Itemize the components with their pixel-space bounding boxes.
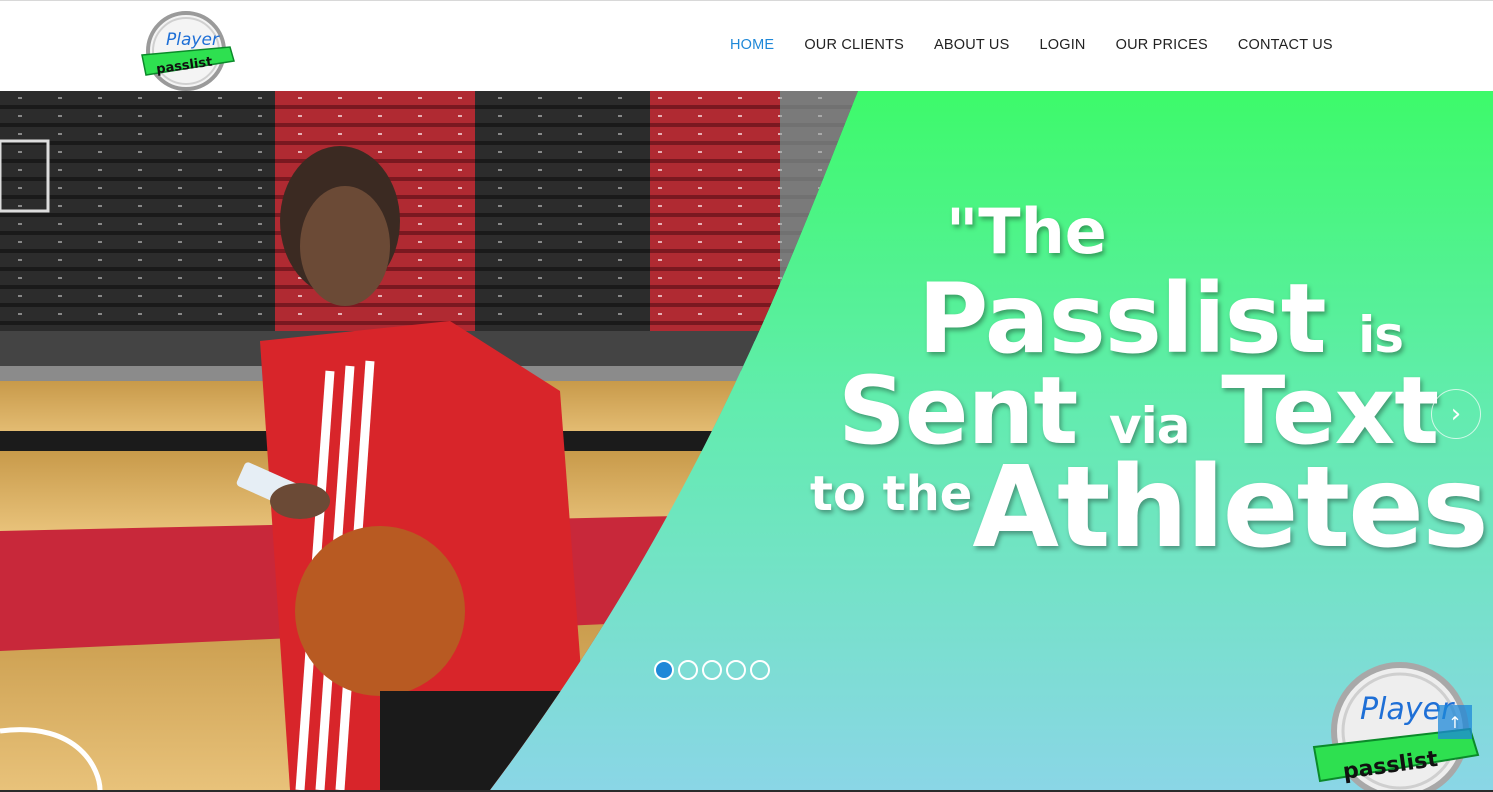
slider-dot-4[interactable] — [726, 660, 746, 680]
nav-home[interactable]: HOME — [730, 37, 774, 53]
nav-our-clients[interactable]: OUR CLIENTS — [804, 37, 904, 53]
chevron-right-icon: › — [1450, 399, 1462, 429]
hero-athletes-text: Athletes" — [972, 443, 1493, 573]
hero-headline-line1: "The — [946, 195, 1107, 268]
site-header: Player passlist HOME OUR CLIENTS ABOUT U… — [0, 1, 1493, 91]
nav-contact-us[interactable]: CONTACT US — [1238, 37, 1333, 53]
scroll-to-top-button[interactable]: ↑ — [1438, 705, 1472, 739]
slider-next-button[interactable]: › — [1431, 389, 1481, 439]
slider-dot-3[interactable] — [702, 660, 722, 680]
hero-is-text: is — [1358, 306, 1404, 364]
slider-dot-2[interactable] — [678, 660, 698, 680]
nav-login[interactable]: LOGIN — [1039, 37, 1085, 53]
nav-about-us[interactable]: ABOUT US — [934, 37, 1009, 53]
slider-dot-5[interactable] — [750, 660, 770, 680]
hero-to-the-text: to the — [810, 466, 973, 522]
logo-top-text: Player — [166, 30, 220, 50]
nav-our-prices[interactable]: OUR PRICES — [1116, 37, 1208, 53]
hero-headline-line4: to theAthletes" — [810, 443, 1493, 573]
main-nav: HOME OUR CLIENTS ABOUT US LOGIN OUR PRIC… — [730, 37, 1363, 53]
hero-slider: "The Passlist is Sent via Text to theAth… — [0, 91, 1493, 790]
arrow-up-icon: ↑ — [1448, 712, 1462, 732]
slider-pagination — [654, 660, 770, 680]
slider-dot-1[interactable] — [654, 660, 674, 680]
site-logo[interactable]: Player passlist — [138, 9, 238, 93]
